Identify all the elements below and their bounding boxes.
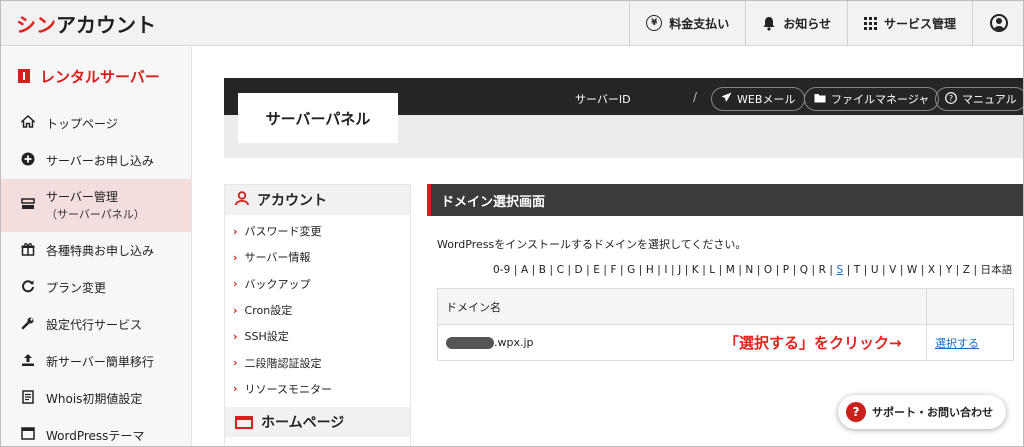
plus-circle-icon (20, 152, 36, 170)
sidebar: レンタルサーバー トップページ サーバーお申し込み サーバー管理 （サーバーパネル… (0, 47, 192, 447)
nav-billing[interactable]: ¥ 料金支払い (629, 0, 745, 46)
sidebar-item-setup-service[interactable]: 設定代行サービス (0, 306, 191, 343)
user-icon (989, 14, 1008, 32)
instruction-text: WordPressをインストールするドメインを選択してください。 (437, 238, 747, 251)
question-circle-icon: ? (945, 91, 957, 107)
chevron-right-icon: › (233, 250, 238, 264)
account-menu: アカウント › パスワード変更 › サーバー情報 › バックアップ › Cron設定 ›… (224, 184, 411, 447)
account-link-server-info[interactable]: › サーバー情報 (225, 244, 410, 270)
site-logo[interactable]: シンアカウント (16, 9, 156, 38)
sidebar-item-migration[interactable]: 新サーバー簡単移行 (0, 343, 191, 380)
click-annotation: 「選択する」をクリック→ (724, 334, 902, 352)
sidebar-item-wordpress-theme[interactable]: WordPressテーマ (0, 417, 191, 447)
account-link-resource-monitor[interactable]: › リソースモニター (225, 376, 410, 402)
separator: / (693, 90, 698, 104)
sidebar-item-top[interactable]: トップページ (0, 105, 191, 142)
sidebar-item-plan-change[interactable]: プラン変更 (0, 269, 191, 306)
server-box-icon (18, 69, 30, 83)
top-nav: ¥ 料金支払い お知らせ サービス管理 (629, 0, 1024, 46)
sidebar-item-server-apply[interactable]: サーバーお申し込み (0, 142, 191, 179)
window-icon (20, 427, 36, 444)
svg-text:?: ? (949, 94, 953, 103)
page-title: サーバーパネル (238, 93, 398, 143)
account-link-cron[interactable]: › Cron設定 (225, 297, 410, 323)
folder-icon (814, 93, 826, 106)
manual-button[interactable]: ? マニュアル (935, 87, 1024, 111)
yen-icon: ¥ (646, 15, 663, 31)
domain-section-heading: ドメイン選択画面 (427, 184, 1024, 216)
web-mail-button[interactable]: WEBメール (711, 87, 806, 111)
top-header: シンアカウント ¥ 料金支払い お知らせ サービス管理 (0, 0, 1024, 46)
redacted-block (446, 337, 494, 349)
account-heading: アカウント (225, 185, 410, 215)
action-cell: 選択する (926, 324, 1014, 361)
nav-user[interactable] (972, 0, 1024, 46)
refresh-icon (20, 279, 36, 297)
document-icon (20, 389, 36, 408)
homepage-heading: ホームページ (225, 407, 410, 437)
nav-service-management[interactable]: サービス管理 (846, 0, 972, 46)
sidebar-title[interactable]: レンタルサーバー (0, 47, 191, 105)
sidebar-item-server-management[interactable]: サーバー管理 （サーバーパネル） (0, 179, 191, 232)
grid-icon (863, 16, 877, 30)
column-header-domain: ドメイン名 (437, 288, 927, 325)
account-link-ssh[interactable]: › SSH設定 (225, 323, 410, 349)
chevron-right-icon: › (233, 224, 238, 238)
sidebar-item-whois[interactable]: Whois初期値設定 (0, 380, 191, 417)
column-header-action (926, 288, 1014, 325)
table-header-row: ドメイン名 (437, 288, 1014, 325)
alphabet-filter: 0-9 | A | B | C | D | E | F | G | H | I … (493, 264, 1013, 276)
account-link-password[interactable]: › パスワード変更 (225, 218, 410, 244)
person-icon (235, 190, 249, 210)
chevron-right-icon: › (233, 277, 238, 291)
question-icon: ? (846, 402, 866, 422)
browser-window-icon (235, 415, 253, 429)
select-domain-link[interactable]: 選択する (935, 337, 979, 350)
file-manager-button[interactable]: ファイルマネージャ (804, 87, 940, 111)
gift-icon (20, 242, 36, 260)
bell-icon (762, 16, 776, 31)
server-id-label: サーバーID (575, 93, 631, 106)
wrench-icon (20, 316, 36, 334)
chevron-right-icon: › (233, 303, 238, 317)
server-icon (20, 197, 36, 214)
upload-icon (20, 353, 36, 371)
home-icon (20, 114, 36, 132)
chevron-right-icon: › (233, 356, 238, 370)
chevron-right-icon: › (233, 329, 238, 343)
nav-notifications[interactable]: お知らせ (745, 0, 847, 46)
paper-plane-icon (721, 92, 732, 106)
chevron-right-icon: › (233, 382, 238, 396)
sidebar-item-benefits[interactable]: 各種特典お申し込み (0, 232, 191, 269)
account-link-backup[interactable]: › バックアップ (225, 271, 410, 297)
support-button[interactable]: ? サポート・お問い合わせ (838, 395, 1006, 429)
account-link-2fa[interactable]: › 二段階認証設定 (225, 349, 410, 375)
